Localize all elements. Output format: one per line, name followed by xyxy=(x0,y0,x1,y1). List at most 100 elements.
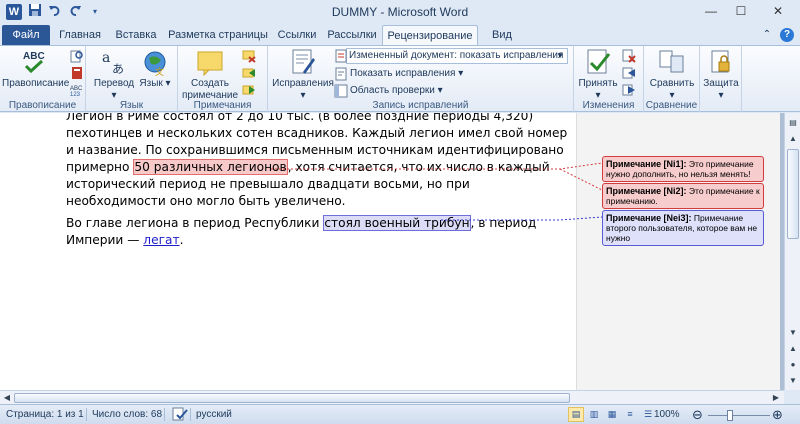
help-icon[interactable]: ? xyxy=(780,28,794,42)
previous-comment-icon[interactable] xyxy=(242,66,256,80)
compare-label: Сравнить xyxy=(649,78,695,89)
track-changes-label: Исправления xyxy=(272,78,334,89)
tab-home[interactable]: Главная xyxy=(56,25,104,46)
spelling-button[interactable]: ABC Правописание xyxy=(2,48,70,90)
research-icon[interactable] xyxy=(70,49,84,63)
svg-text:文: 文 xyxy=(155,66,164,76)
svg-text:あ: あ xyxy=(112,62,124,76)
status-bar: Страница: 1 из 1 Число слов: 68 русский … xyxy=(0,404,800,424)
svg-text:123: 123 xyxy=(70,92,81,97)
group-changes: Принять ▾ Изменения xyxy=(574,46,644,112)
tab-review[interactable]: Рецензирование xyxy=(382,25,478,46)
group-language: a あ Перевод ▾ 文 Язык ▾ Язык xyxy=(86,46,178,112)
tab-references[interactable]: Ссылки xyxy=(274,25,320,46)
spelling-label: Правописание xyxy=(2,78,70,89)
new-comment-label-1: Создать xyxy=(190,78,229,89)
scroll-left-icon[interactable]: ◀ xyxy=(1,392,13,404)
show-markup-button[interactable]: Показать исправления ▾ xyxy=(350,66,463,82)
group-label-comments: Примечания xyxy=(193,100,252,111)
show-markup-icon xyxy=(335,67,347,81)
browse-object-icon[interactable]: ● xyxy=(787,359,799,371)
maximize-icon[interactable]: ☐ xyxy=(726,0,756,22)
next-change-icon[interactable] xyxy=(622,83,636,97)
tab-file[interactable]: Файл xyxy=(2,25,50,46)
language-status[interactable]: русский xyxy=(196,409,232,420)
protect-button[interactable]: Защита ▾ xyxy=(702,48,740,102)
vertical-scrollbar[interactable]: ▤ ▲ ▼ ▲ ● ▼ xyxy=(784,113,800,390)
reviewing-pane-icon xyxy=(334,84,348,98)
next-page-icon[interactable]: ▼ xyxy=(787,375,799,387)
scroll-right-icon[interactable]: ▶ xyxy=(770,392,782,404)
new-comment-button[interactable]: Создать примечание xyxy=(180,48,240,102)
compare-button[interactable]: Сравнить ▾ xyxy=(646,48,698,102)
comment-3-id: [Nei3] xyxy=(663,213,689,223)
language-label: Язык xyxy=(139,78,163,89)
track-changes-icon xyxy=(292,49,315,74)
outline-view-icon[interactable]: ≡ xyxy=(622,407,638,422)
scroll-down-icon[interactable]: ▼ xyxy=(787,327,799,339)
zoom-slider-thumb[interactable] xyxy=(727,410,733,421)
zoom-out-icon[interactable]: ⊖ xyxy=(692,407,703,423)
next-comment-icon[interactable] xyxy=(242,83,256,97)
comment-2-label: Примечание xyxy=(606,186,662,196)
zoom-level[interactable]: 100% xyxy=(654,409,680,420)
ruler-toggle-icon[interactable]: ▤ xyxy=(787,117,799,129)
word-count-icon[interactable]: ABC123 xyxy=(70,83,84,97)
comment-balloon-3[interactable]: Примечание [Nei3]: Примечание второго по… xyxy=(602,210,764,246)
zoom-in-icon[interactable]: ⊕ xyxy=(772,407,783,423)
print-layout-icon[interactable]: ▤ xyxy=(568,407,584,422)
horizontal-scrollbar[interactable]: ◀ ▶ xyxy=(0,390,784,404)
display-for-review-value: Измененный документ: показать исправлени… xyxy=(349,50,564,61)
accept-button[interactable]: Принять ▾ xyxy=(576,48,620,102)
show-markup-label: Показать исправления xyxy=(350,68,456,79)
web-layout-icon[interactable]: ▦ xyxy=(604,407,620,422)
previous-page-icon[interactable]: ▲ xyxy=(787,343,799,355)
translate-label: Перевод xyxy=(93,78,135,89)
comment-connectors xyxy=(271,162,603,221)
vertical-scroll-thumb[interactable] xyxy=(787,149,799,239)
compare-icon xyxy=(659,50,684,73)
document-page[interactable]: Легион в Риме состоял от 2 до 10 тыс. (в… xyxy=(0,113,780,390)
tab-page-layout[interactable]: Разметка страницы xyxy=(166,25,270,46)
previous-change-icon[interactable] xyxy=(622,66,636,80)
comment-1-label: Примечание xyxy=(606,159,662,169)
comment-balloon-2[interactable]: Примечание [Ni2]: Это примечание к приме… xyxy=(602,183,764,209)
thesaurus-icon[interactable] xyxy=(70,66,84,80)
close-icon[interactable]: ✕ xyxy=(756,0,800,22)
language-button[interactable]: 文 Язык ▾ xyxy=(138,48,172,90)
display-review-icon xyxy=(335,49,347,63)
svg-text:a: a xyxy=(102,50,110,66)
minimize-icon[interactable]: — xyxy=(696,0,726,22)
delete-comment-icon[interactable] xyxy=(242,49,256,63)
track-changes-button[interactable]: Исправления ▾ xyxy=(270,48,336,102)
tab-mailings[interactable]: Рассылки xyxy=(326,25,378,46)
translate-button[interactable]: a あ Перевод ▾ xyxy=(92,48,136,102)
tab-insert[interactable]: Вставка xyxy=(110,25,162,46)
accept-change-icon xyxy=(587,49,611,74)
tab-view[interactable]: Вид xyxy=(484,25,520,46)
minimize-ribbon-icon[interactable]: ⌃ xyxy=(760,28,774,42)
page-count[interactable]: Страница: 1 из 1 xyxy=(6,409,84,420)
reviewing-pane-label: Область проверки xyxy=(350,85,435,96)
proofing-status-icon[interactable] xyxy=(172,407,188,424)
accept-label: Принять xyxy=(578,78,618,89)
svg-text:ABC: ABC xyxy=(23,51,45,62)
full-screen-reading-icon[interactable]: ▥ xyxy=(586,407,602,422)
ribbon: ABC Правописание ABC 123 Правописание a あ… xyxy=(0,45,800,112)
ribbon-controls: ⌃ ? xyxy=(760,28,794,42)
display-for-review-select[interactable]: Измененный документ: показать исправлени… xyxy=(346,48,568,64)
reject-change-icon[interactable] xyxy=(622,49,636,63)
comment-balloon-1[interactable]: Примечание [Ni1]: Это примечание нужно д… xyxy=(602,156,764,182)
group-comments: Создать примечание Примечания xyxy=(178,46,268,112)
window-controls: — ☐ ✕ xyxy=(696,0,800,22)
scroll-up-icon[interactable]: ▲ xyxy=(787,133,799,145)
chevron-down-icon: ▼ xyxy=(556,51,564,60)
status-divider xyxy=(190,408,191,421)
comment-2-id: [Ni2] xyxy=(663,186,684,196)
window-title: DUMMY - Microsoft Word xyxy=(331,5,469,19)
reviewing-pane-button[interactable]: Область проверки ▾ xyxy=(350,83,443,99)
zoom-slider-track[interactable] xyxy=(708,415,770,416)
word-count[interactable]: Число слов: 68 xyxy=(92,409,162,420)
group-label-changes: Изменения xyxy=(582,100,635,111)
horizontal-scroll-thumb[interactable] xyxy=(14,393,570,403)
